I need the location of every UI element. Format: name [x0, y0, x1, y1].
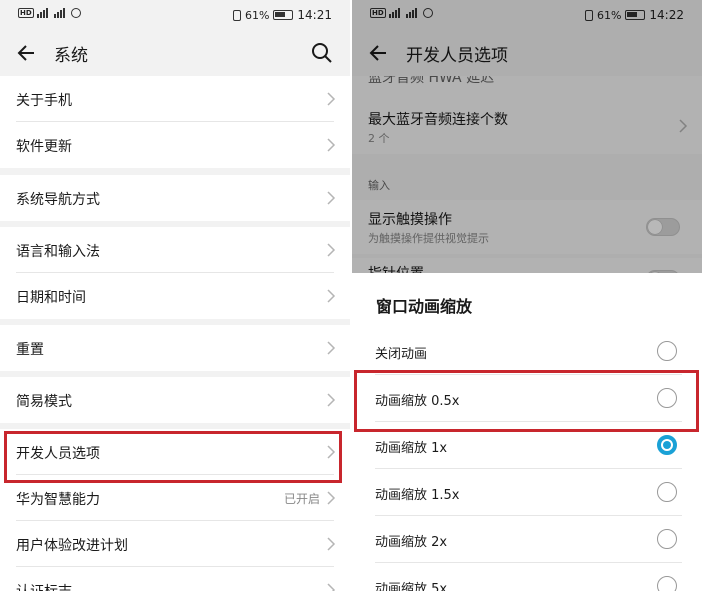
option-scale-5x[interactable]: 动画缩放 5x [352, 563, 702, 591]
option-label: 动画缩放 5x [375, 582, 448, 591]
sheet-title: 窗口动画缩放 [376, 297, 473, 316]
option-scale-2x[interactable]: 动画缩放 2x [352, 516, 702, 563]
settings-item-reset[interactable]: 重置 [0, 325, 350, 371]
radio-button[interactable] [657, 529, 677, 549]
item-label: 用户体验改进计划 [16, 538, 128, 554]
settings-item-about-phone[interactable]: 关于手机 [0, 76, 350, 122]
chevron-right-icon [327, 289, 336, 303]
modal-scrim[interactable] [352, 0, 702, 273]
item-label: 系统导航方式 [16, 192, 100, 208]
chevron-right-icon [327, 445, 336, 459]
vibrate-icon [232, 9, 241, 21]
radio-button[interactable] [657, 576, 677, 591]
option-scale-1x[interactable]: 动画缩放 1x [352, 422, 702, 469]
settings-item-language[interactable]: 语言和输入法 [0, 227, 350, 273]
settings-group: 重置 [0, 325, 350, 371]
settings-group: 简易模式 [0, 377, 350, 423]
settings-item-huawei-smart[interactable]: 华为智慧能力 已开启 [0, 475, 350, 521]
option-scale-0-5x[interactable]: 动画缩放 0.5x [352, 375, 702, 422]
alarm-icon [70, 8, 81, 18]
radio-button-selected[interactable] [657, 435, 677, 455]
hd-badge: HD [18, 8, 34, 18]
developer-options-screen: HD 61% 14:22 开发人员选项 蓝牙音频 HWA 延迟 最大蓝牙音频连接… [352, 0, 702, 591]
radio-button[interactable] [657, 482, 677, 502]
chevron-right-icon [327, 393, 336, 407]
radio-button[interactable] [657, 388, 677, 408]
settings-item-ux-program[interactable]: 用户体验改进计划 [0, 521, 350, 567]
item-label: 关于手机 [16, 93, 72, 109]
battery-percent: 61% [244, 8, 270, 22]
radio-button[interactable] [657, 341, 677, 361]
option-label: 动画缩放 1x [375, 441, 448, 456]
option-scale-1-5x[interactable]: 动画缩放 1.5x [352, 469, 702, 516]
settings-group: 关于手机 软件更新 [0, 76, 350, 168]
animation-scale-sheet: 窗口动画缩放 关闭动画 动画缩放 0.5x 动画缩放 1x 动画缩放 1.5x … [352, 273, 702, 591]
chevron-right-icon [327, 92, 336, 106]
option-label: 动画缩放 1.5x [375, 488, 460, 503]
page-title: 系统 [54, 46, 88, 66]
chevron-right-icon [327, 341, 336, 355]
item-label: 语言和输入法 [16, 244, 100, 260]
clock: 14:21 [297, 8, 332, 22]
chevron-right-icon [327, 138, 336, 152]
settings-group: 系统导航方式 [0, 175, 350, 221]
option-label: 动画缩放 0.5x [375, 394, 460, 409]
item-label: 认证标志 [16, 581, 72, 591]
chevron-right-icon [327, 583, 336, 591]
settings-item-software-update[interactable]: 软件更新 [0, 122, 350, 168]
system-settings-screen: HD 61% 14:21 系统 关于手机 软件更新 系统导航方式 语言和输入法 … [0, 0, 350, 591]
item-label: 重置 [16, 342, 44, 358]
item-label: 简易模式 [16, 394, 72, 410]
option-label: 关闭动画 [375, 347, 428, 362]
item-label: 华为智慧能力 [16, 492, 100, 508]
battery-icon [273, 10, 294, 20]
item-label: 软件更新 [16, 139, 72, 155]
settings-group: 语言和输入法 日期和时间 [0, 227, 350, 319]
option-label: 动画缩放 2x [375, 535, 448, 550]
item-value: 已开启 [283, 492, 320, 506]
signal-icon [53, 8, 68, 18]
item-label: 日期和时间 [16, 290, 86, 306]
signal-icon [36, 8, 51, 18]
option-animation-off[interactable]: 关闭动画 [352, 328, 702, 375]
settings-item-date-time[interactable]: 日期和时间 [0, 273, 350, 319]
chevron-right-icon [327, 243, 336, 257]
item-label: 开发人员选项 [16, 446, 100, 462]
search-icon[interactable] [310, 41, 334, 65]
settings-item-developer-options[interactable]: 开发人员选项 [0, 429, 350, 475]
settings-item-navigation[interactable]: 系统导航方式 [0, 175, 350, 221]
chevron-right-icon [327, 491, 336, 505]
back-arrow-icon[interactable] [14, 40, 40, 66]
settings-item-simple-mode[interactable]: 简易模式 [0, 377, 350, 423]
settings-group: 开发人员选项 华为智慧能力 已开启 用户体验改进计划 认证标志 [0, 429, 350, 591]
settings-item-certification[interactable]: 认证标志 [0, 567, 350, 591]
chevron-right-icon [327, 537, 336, 551]
status-bar: HD 61% 14:21 [0, 0, 350, 30]
top-bar: 系统 [0, 30, 350, 76]
chevron-right-icon [327, 191, 336, 205]
